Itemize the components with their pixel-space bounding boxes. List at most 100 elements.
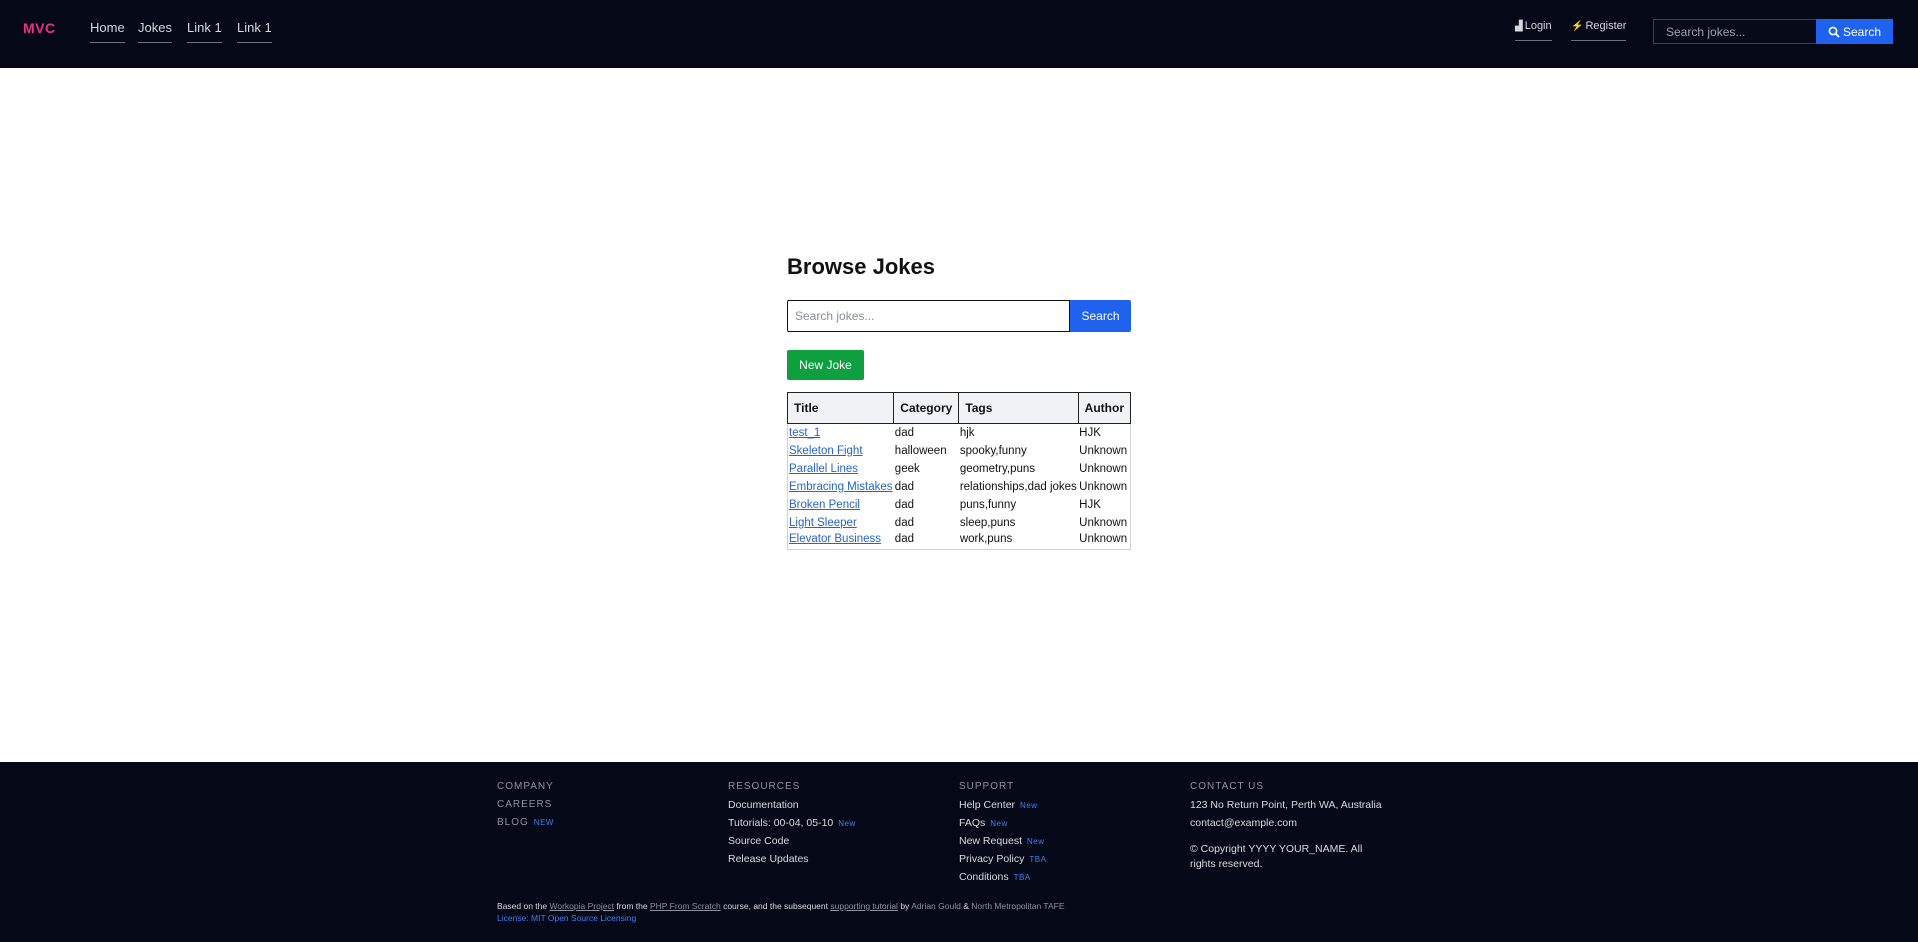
joke-tags: spooky,funny [959, 444, 1027, 457]
footer-link-new-request[interactable]: New Request New [959, 832, 1046, 850]
login-label: Login [1524, 20, 1552, 32]
joke-category: dad [894, 498, 914, 511]
register-link[interactable]: ⚡ Register [1571, 20, 1627, 41]
joke-tags: geometry,puns [959, 462, 1036, 475]
credit-text: course, and the subsequent [723, 901, 828, 911]
footer-company: COMPANY CAREERS BLOG NEW [497, 778, 554, 832]
new-request-label: New Request [959, 835, 1023, 847]
help-center-label: Help Center [959, 799, 1016, 811]
header-search-input[interactable] [1653, 19, 1816, 44]
joke-author: Unknown [1079, 462, 1128, 475]
joke-category: halloween [894, 444, 947, 457]
footer-heading-company[interactable]: COMPANY [497, 778, 554, 796]
col-author: Author [1077, 392, 1132, 424]
brand-logo[interactable]: MVC [23, 20, 56, 36]
footer-link-conditions[interactable]: Conditions TBA [959, 868, 1046, 886]
joke-category: dad [894, 426, 914, 439]
footer-link-release-updates[interactable]: Release Updates [728, 850, 856, 868]
table-row: Elevator Business dad work,puns Unknown [788, 532, 1131, 550]
footer-resources: RESOURCES Documentation Tutorials: 00-04… [728, 778, 856, 868]
table-row: Skeleton Fight halloween spooky,funny Un… [788, 442, 1131, 460]
help-center-badge: New [1020, 801, 1038, 810]
joke-tags: hjk [959, 426, 975, 439]
workopia-link[interactable]: Workopia Project [549, 901, 614, 911]
credit-text: Based on the [497, 901, 548, 911]
register-label: Register [1585, 20, 1627, 32]
joke-title-link[interactable]: Elevator Business [789, 533, 881, 545]
footer-link-tutorials[interactable]: Tutorials: 00-04, 05-10 New [728, 814, 856, 832]
joke-author: Unknown [1079, 480, 1128, 493]
joke-title-link[interactable]: Parallel Lines [789, 463, 858, 475]
header-search-label: Search [1842, 24, 1882, 39]
nav-home[interactable]: Home [90, 20, 125, 43]
joke-author: Unknown [1079, 516, 1128, 529]
conditions-badge: TBA [1013, 873, 1031, 882]
joke-author: Unknown [1079, 533, 1128, 546]
login-link[interactable]: ▟ Login [1515, 20, 1552, 41]
joke-title-link[interactable]: Broken Pencil [789, 499, 860, 511]
table-row: Embracing Mistakes dad relationships,dad… [788, 478, 1131, 496]
contact-address: 123 No Return Point, Perth WA, Australia [1190, 799, 1382, 811]
col-tags: Tags [958, 392, 1079, 424]
joke-category: geek [894, 462, 920, 475]
joke-title-link[interactable]: Skeleton Fight [789, 445, 863, 457]
jokes-search-button[interactable]: Search [1070, 300, 1131, 332]
footer-heading-contact: CONTACT US [1190, 781, 1265, 792]
page-title: Browse Jokes [787, 254, 935, 279]
joke-tags: puns,funny [959, 498, 1017, 511]
php-from-scratch-link[interactable]: PHP From Scratch [650, 901, 721, 911]
table-row: Light Sleeper dad sleep,puns Unknown [788, 514, 1131, 532]
footer-contact: CONTACT US 123 No Return Point, Perth WA… [1190, 778, 1390, 872]
privacy-policy-label: Privacy Policy [959, 853, 1025, 865]
nav-jokes[interactable]: Jokes [138, 20, 172, 43]
joke-author: HJK [1079, 498, 1101, 511]
copyright: © Copyright YYYY YOUR_NAME. All rights r… [1190, 843, 1363, 870]
footer-heading-support: SUPPORT [959, 781, 1015, 792]
joke-title-link[interactable]: Light Sleeper [789, 517, 857, 529]
institution-name: North Metropolitan TAFE [971, 901, 1065, 911]
top-navbar: MVC Home Jokes Link 1 Link 1 ▟ Login ⚡ Reg… [0, 0, 1918, 68]
joke-category: dad [894, 480, 914, 493]
footer-link-help-center[interactable]: Help Center New [959, 796, 1046, 814]
joke-title-link[interactable]: Embracing Mistakes [789, 481, 893, 493]
header-search-button[interactable]: Search [1816, 19, 1893, 44]
joke-title-link[interactable]: test_1 [789, 427, 820, 439]
nav-link-2[interactable]: Link 1 [237, 20, 272, 43]
jokes-search-input[interactable] [787, 300, 1070, 332]
footer-link-source-code[interactable]: Source Code [728, 832, 856, 850]
tutorials-new-badge: New [838, 819, 856, 828]
blog-label: BLOG [497, 817, 529, 828]
conditions-label: Conditions [959, 871, 1009, 883]
site-footer: COMPANY CAREERS BLOG NEW RESOURCES Docume… [0, 762, 1918, 942]
footer-credit: Based on the Workopia Project from the P… [497, 900, 1065, 924]
search-icon [1828, 26, 1840, 38]
door-icon: ▟ [1515, 21, 1523, 32]
table-row: Parallel Lines geek geometry,puns Unknow… [788, 460, 1131, 478]
footer-link-privacy-policy[interactable]: Privacy Policy TBA [959, 850, 1046, 868]
credit-text: by [900, 901, 910, 911]
joke-tags: work,puns [959, 533, 1013, 546]
faqs-label: FAQs [959, 817, 986, 829]
footer-support: SUPPORT Help Center New FAQs New New Reque… [959, 778, 1046, 886]
credit-text: & [963, 901, 969, 911]
table-row: Broken Pencil dad puns,funny HJK [788, 496, 1131, 514]
lightning-icon: ⚡ [1571, 21, 1584, 32]
contact-email[interactable]: contact@example.com [1190, 814, 1390, 832]
footer-link-documentation[interactable]: Documentation [728, 796, 856, 814]
joke-tags: relationships,dad jokes [959, 480, 1077, 493]
new-request-badge: New [1027, 837, 1045, 846]
joke-category: dad [894, 533, 914, 546]
joke-author: Unknown [1079, 444, 1128, 457]
supporting-tutorial-link[interactable]: supporting tutorial [830, 901, 898, 911]
credit-text: from the [616, 901, 648, 911]
new-joke-button[interactable]: New Joke [787, 350, 864, 380]
author-name: Adrian Gould [911, 901, 961, 911]
nav-link-1[interactable]: Link 1 [187, 20, 222, 43]
joke-tags: sleep,puns [959, 516, 1016, 529]
footer-link-faqs[interactable]: FAQs New [959, 814, 1046, 832]
footer-link-careers[interactable]: CAREERS [497, 796, 554, 814]
license-link[interactable]: License: MIT Open Source Licensing [497, 912, 1065, 924]
jokes-table: Title Category Tags Author test_1 dad hj… [786, 392, 1132, 550]
col-category: Category [893, 392, 960, 424]
footer-link-blog[interactable]: BLOG NEW [497, 814, 554, 832]
